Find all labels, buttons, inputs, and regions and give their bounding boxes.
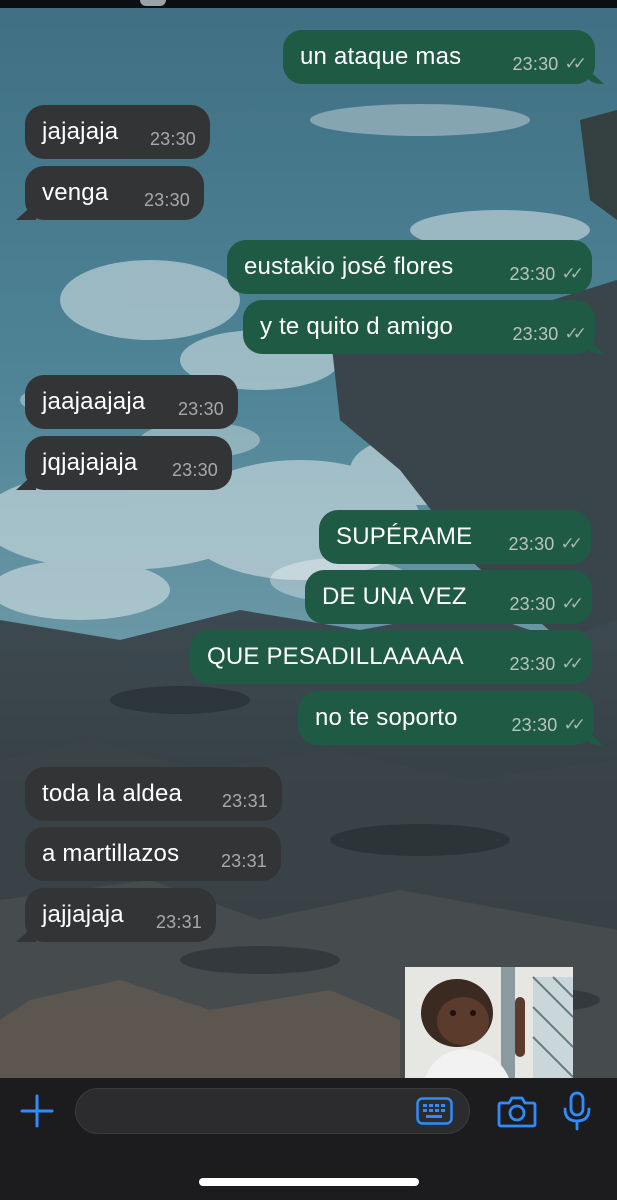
- read-receipt-icon: ✓✓: [561, 264, 584, 283]
- message-time: 23:30: [508, 533, 555, 554]
- message-time: 23:30: [143, 189, 190, 210]
- sent-message[interactable]: un ataque mas 23:30 ✓✓: [283, 30, 604, 84]
- message-text: jajjajaja: [42, 901, 124, 928]
- message-text: SUPÉRAME: [336, 523, 473, 550]
- message-time: 23:31: [220, 850, 267, 871]
- message-meta: 23:30 ✓✓: [508, 520, 583, 555]
- read-receipt-icon: ✓✓: [561, 594, 584, 613]
- message-text: jajajaja: [42, 118, 119, 145]
- message-text: no te soporto: [315, 704, 458, 731]
- message-time: 23:30: [511, 714, 558, 735]
- message-text: eustakio josé flores: [244, 253, 454, 280]
- message-text: toda la aldea: [42, 780, 183, 807]
- plus-icon[interactable]: [18, 1092, 56, 1130]
- message-input[interactable]: [75, 1088, 470, 1134]
- message-time: 23:31: [221, 790, 268, 811]
- sent-message[interactable]: no te soporto 23:30 ✓✓: [298, 691, 603, 745]
- message-meta: 23:30 ✓✓: [512, 310, 587, 345]
- message-meta: 23:31: [221, 837, 267, 872]
- received-message[interactable]: venga 23:30: [16, 166, 204, 220]
- message-meta: 23:30: [178, 385, 224, 420]
- microphone-icon[interactable]: [562, 1091, 592, 1131]
- message-time: 23:30: [512, 323, 559, 344]
- message-meta: 23:30 ✓✓: [511, 701, 586, 736]
- message-meta: 23:30 ✓✓: [512, 40, 587, 75]
- sent-message[interactable]: eustakio josé flores 23:30 ✓✓: [227, 240, 592, 294]
- message-time: 23:30: [149, 128, 196, 149]
- home-indicator: [199, 1178, 419, 1186]
- sent-message[interactable]: SUPÉRAME 23:30 ✓✓: [319, 510, 591, 564]
- read-receipt-icon: ✓✓: [564, 54, 587, 73]
- camera-icon[interactable]: [497, 1094, 537, 1128]
- message-meta: 23:30 ✓✓: [509, 250, 584, 285]
- received-message[interactable]: a martillazos 23:31: [25, 827, 281, 881]
- read-receipt-icon: ✓✓: [564, 324, 587, 343]
- sent-message[interactable]: DE UNA VEZ 23:30 ✓✓: [305, 570, 592, 624]
- message-text: jqjajajaja: [42, 449, 138, 476]
- message-time: 23:30: [512, 53, 559, 74]
- message-meta: 23:31: [222, 777, 268, 812]
- message-text: jaajaajaja: [42, 388, 146, 415]
- message-time: 23:30: [509, 593, 556, 614]
- message-meta: 23:30: [144, 176, 190, 211]
- message-meta: 23:31: [156, 898, 202, 933]
- sent-message[interactable]: QUE PESADILLAAAAA 23:30 ✓✓: [190, 630, 592, 684]
- read-receipt-icon: ✓✓: [561, 654, 584, 673]
- message-time: 23:30: [177, 398, 224, 419]
- message-text: QUE PESADILLAAAAA: [207, 643, 464, 670]
- message-time: 23:31: [155, 911, 202, 932]
- status-bar-edge: [0, 0, 617, 8]
- message-meta: 23:30: [150, 115, 196, 150]
- received-message[interactable]: jajajaja 23:30: [25, 105, 210, 159]
- read-receipt-icon: ✓✓: [560, 534, 583, 553]
- received-message[interactable]: jqjajajaja 23:30: [16, 436, 232, 490]
- message-time: 23:30: [171, 459, 218, 480]
- received-message[interactable]: jaajaajaja 23:30: [25, 375, 238, 429]
- message-meta: 23:30: [172, 446, 218, 481]
- message-text: DE UNA VEZ: [322, 583, 467, 610]
- message-text: venga: [42, 179, 109, 206]
- sent-message[interactable]: y te quito d amigo 23:30 ✓✓: [243, 300, 604, 354]
- keyboard-icon[interactable]: [416, 1097, 453, 1125]
- message-meta: 23:30 ✓✓: [509, 640, 584, 675]
- message-text: a martillazos: [42, 840, 180, 867]
- received-message[interactable]: toda la aldea 23:31: [25, 767, 282, 821]
- message-meta: 23:30 ✓✓: [509, 580, 584, 615]
- sticker-image[interactable]: [405, 967, 573, 1078]
- message-text: y te quito d amigo: [260, 313, 454, 340]
- message-time: 23:30: [509, 263, 556, 284]
- message-text: un ataque mas: [300, 43, 462, 70]
- received-message[interactable]: jajjajaja 23:31: [16, 888, 216, 942]
- message-time: 23:30: [509, 653, 556, 674]
- read-receipt-icon: ✓✓: [563, 715, 586, 734]
